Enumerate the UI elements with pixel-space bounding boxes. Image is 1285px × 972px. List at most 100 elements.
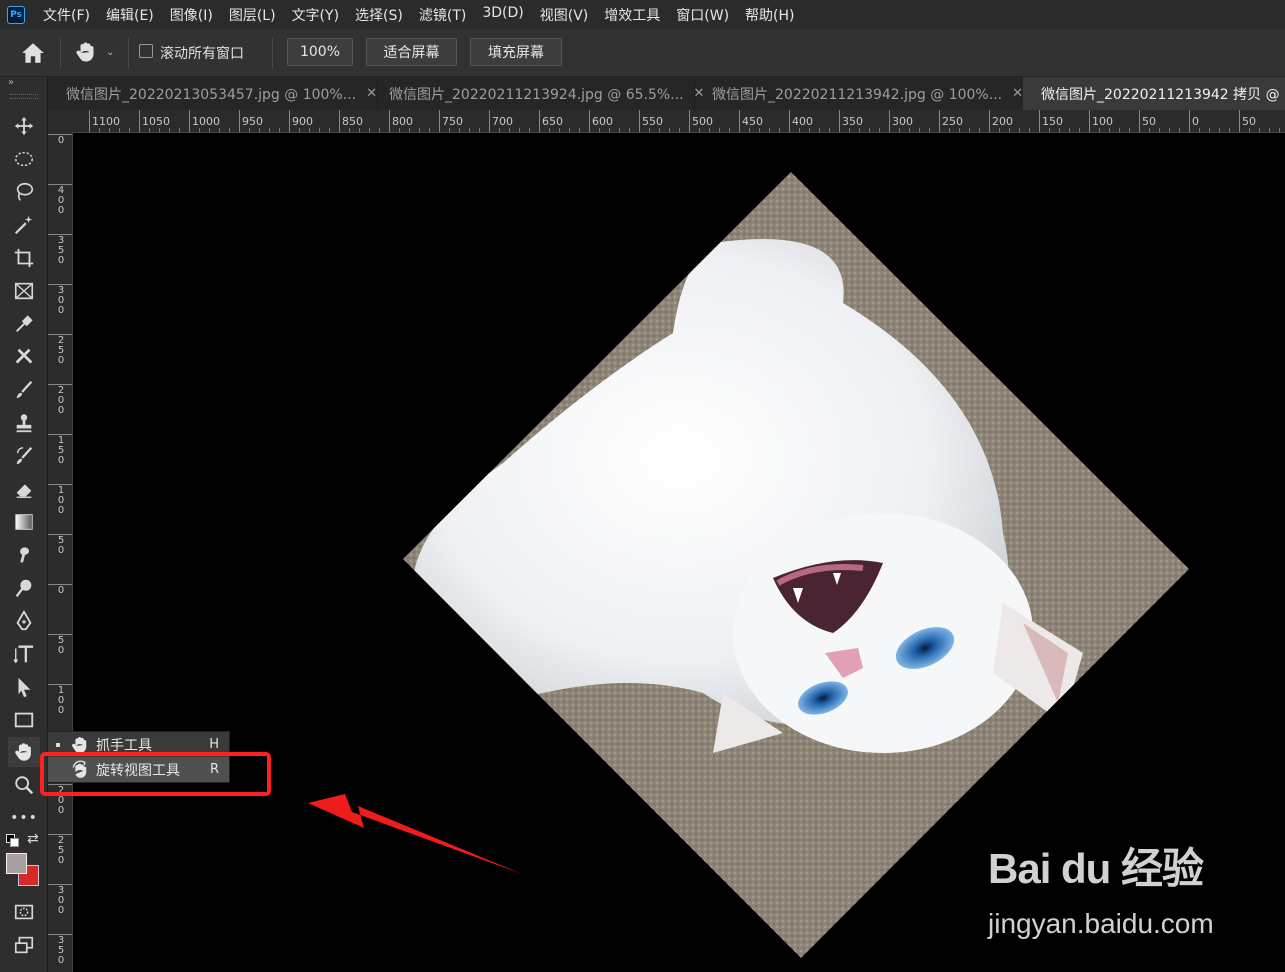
ruler-tick-label: 300 [57, 285, 65, 316]
ruler-minor-tick [409, 128, 410, 132]
ruler-tick [48, 434, 72, 435]
lasso-tool[interactable] [8, 177, 40, 207]
ruler-minor-tick [479, 128, 480, 132]
ruler-minor-tick [1109, 128, 1110, 132]
pen-tool[interactable] [8, 606, 40, 636]
frame-tool[interactable] [8, 276, 40, 306]
ruler-minor-tick [929, 128, 930, 132]
photoshop-logo[interactable]: Ps [7, 6, 25, 24]
dodge-tool[interactable] [8, 573, 40, 603]
healing-brush-icon [15, 348, 33, 364]
tab-document-1[interactable]: 微信图片_20220213053457.jpg @ 100%... ✕ [48, 77, 378, 110]
rectangle-icon [14, 712, 34, 728]
smudge-tool[interactable] [8, 540, 40, 570]
rectangle-tool[interactable] [8, 705, 40, 735]
ruler-tick [48, 184, 72, 185]
menu-item[interactable]: 窗口(W) [668, 5, 737, 25]
eyedropper-icon [16, 315, 33, 332]
healing-tool[interactable] [8, 342, 40, 372]
hand-tool[interactable] [8, 737, 40, 767]
zoom-percent-button[interactable]: 100% [287, 38, 353, 66]
menu-item[interactable]: 3D(D) [474, 5, 531, 25]
eyedropper-tool[interactable] [8, 309, 40, 339]
magic-wand-tool[interactable] [8, 210, 40, 240]
ruler-tick [48, 684, 72, 685]
stamp-tool[interactable] [8, 408, 40, 438]
ruler-tick-label: 150 [57, 435, 65, 466]
baidu-jingyan-watermark-logo: Bai du 经验 [988, 845, 1204, 892]
ruler-tick-label: 300 [892, 115, 913, 128]
menu-item[interactable]: 图像(I) [162, 5, 221, 25]
ruler-minor-tick [359, 128, 360, 132]
ruler-tick-label: 550 [642, 115, 663, 128]
ruler-tick-label: 100 [57, 685, 65, 716]
scroll-all-windows-checkbox[interactable] [139, 44, 153, 58]
menu-item[interactable]: 滤镜(T) [411, 5, 474, 25]
ruler-minor-tick [659, 128, 660, 132]
crop-tool[interactable] [8, 243, 40, 273]
ruler-tick [48, 634, 72, 635]
collapse-panel-icon[interactable]: » [8, 77, 14, 88]
default-colors-icon[interactable] [6, 834, 19, 847]
ruler-tick-label: 350 [57, 935, 65, 966]
ruler-tick [1189, 110, 1190, 132]
ruler-minor-tick [769, 128, 770, 132]
fit-screen-button[interactable]: 适合屏幕 [366, 38, 457, 66]
menu-item[interactable]: 图层(L) [221, 5, 284, 25]
marquee-tool[interactable] [8, 144, 40, 174]
home-button[interactable] [20, 40, 48, 66]
tab-document-3[interactable]: 微信图片_20220211213942.jpg @ 100%... ✕ [694, 77, 1024, 110]
ruler-tick [489, 110, 490, 132]
menu-item[interactable]: 视图(V) [532, 5, 597, 25]
tab-document-4-active[interactable]: 微信图片_20220211213942 拷贝 @ 10 [1023, 77, 1285, 110]
ruler-minor-tick [829, 128, 830, 132]
eraser-icon [16, 484, 32, 498]
gradient-tool[interactable] [8, 507, 40, 537]
ruler-minor-tick [109, 128, 110, 132]
menu-item[interactable]: 帮助(H) [737, 5, 802, 25]
foreground-color-swatch[interactable] [6, 853, 27, 874]
menu-item[interactable]: 文件(F) [35, 5, 98, 25]
ruler-minor-tick [529, 128, 530, 132]
swap-colors-icon[interactable]: ⇄ [27, 831, 39, 847]
ruler-tick [48, 884, 72, 885]
screen-mode-button[interactable] [8, 930, 40, 960]
ruler-minor-tick [959, 128, 960, 132]
tab-label: 微信图片_20220213053457.jpg @ 100%... [66, 86, 357, 103]
zoom-tool[interactable] [8, 770, 40, 800]
brush-icon [16, 380, 33, 399]
path-selection-tool[interactable] [8, 672, 40, 702]
ruler-minor-tick [649, 128, 650, 132]
close-icon[interactable]: ✕ [1012, 86, 1023, 101]
tab-label: 微信图片_20220211213924.jpg @ 65.5%... [389, 86, 684, 103]
brush-tool[interactable] [8, 375, 40, 405]
move-tool[interactable] [8, 111, 40, 141]
ruler-minor-tick [619, 128, 620, 132]
ruler-minor-tick [519, 128, 520, 132]
ruler-minor-tick [99, 128, 100, 132]
ruler-tick [839, 110, 840, 132]
menu-item[interactable]: 文字(Y) [284, 5, 347, 25]
ruler-tick-label: 600 [592, 115, 613, 128]
ruler-minor-tick [729, 128, 730, 132]
ruler-tick-label: 850 [342, 115, 363, 128]
menu-item[interactable]: 选择(S) [347, 5, 411, 25]
eraser-tool[interactable] [8, 474, 40, 504]
more-tools-button[interactable]: ••• [8, 803, 40, 833]
fill-screen-button[interactable]: 填充屏幕 [470, 38, 562, 66]
ruler-minor-tick [799, 128, 800, 132]
ruler-tick [239, 110, 240, 132]
ruler-minor-tick [699, 128, 700, 132]
ruler-tick [439, 110, 440, 132]
quick-mask-button[interactable] [8, 897, 40, 927]
ruler-tick-label: 50 [57, 535, 65, 556]
menu-item[interactable]: 增效工具 [596, 5, 668, 25]
history-brush-tool[interactable] [8, 441, 40, 471]
panel-grip[interactable] [10, 94, 38, 99]
type-tool[interactable] [8, 639, 40, 669]
menu-item[interactable]: 编辑(E) [98, 5, 162, 25]
ruler-minor-tick [1029, 128, 1030, 132]
ruler-minor-tick [579, 128, 580, 132]
tab-document-2[interactable]: 微信图片_20220211213924.jpg @ 65.5%... ✕ [371, 77, 704, 110]
tool-preset-picker[interactable]: ⌄ [74, 38, 124, 66]
